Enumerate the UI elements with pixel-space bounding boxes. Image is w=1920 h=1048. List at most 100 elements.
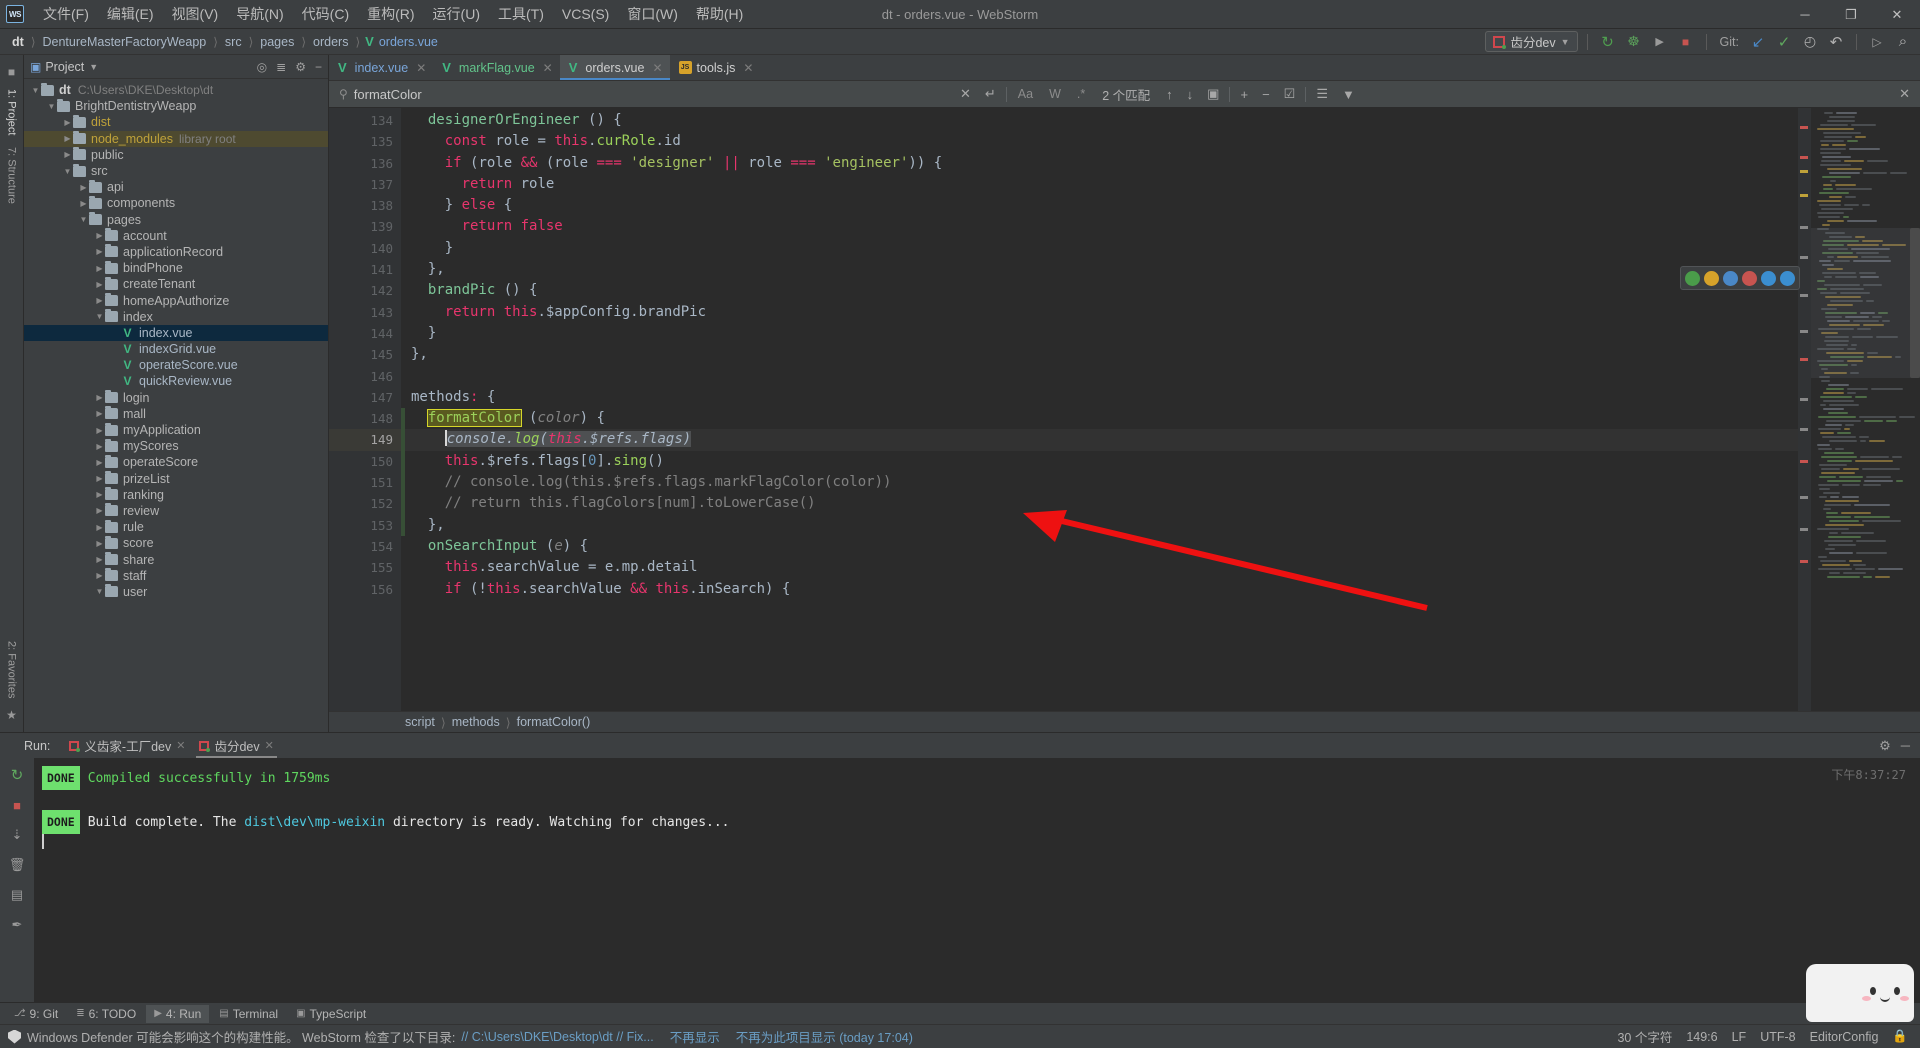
rerun-icon[interactable]: ↻ <box>11 766 24 784</box>
code-line[interactable]: return this.$appConfig.brandPic <box>401 302 1798 323</box>
close-icon[interactable]: ✕ <box>652 61 662 75</box>
code-line[interactable]: this.searchValue = e.mp.detail <box>401 557 1798 578</box>
tree-node-bindphone[interactable]: ▶ bindPhone <box>24 260 328 276</box>
search-everywhere-icon[interactable]: ⌕ <box>1892 31 1914 53</box>
code-line[interactable]: if (role && (role === 'designer' || role… <box>401 153 1798 174</box>
error-stripe-mark[interactable] <box>1800 496 1808 499</box>
line-number[interactable]: 139 <box>329 216 401 237</box>
tree-node-applicationrecord[interactable]: ▶ applicationRecord <box>24 244 328 260</box>
line-number[interactable]: 156- <box>329 579 419 600</box>
menu-run[interactable]: 运行(U) <box>424 1 489 27</box>
code-line[interactable]: } <box>401 238 1798 259</box>
match-case-toggle[interactable]: Aa <box>1013 87 1038 101</box>
code-minimap[interactable] <box>1810 108 1920 711</box>
code-line[interactable]: this.$refs.flags[0].sing() <box>401 451 1798 472</box>
hide-icon[interactable]: − <box>315 60 322 74</box>
error-stripe-mark[interactable] <box>1800 156 1808 159</box>
run-console-output[interactable]: 下午8:37:27 DONE Compiled successfully in 1… <box>34 758 1920 1002</box>
tree-node-components[interactable]: ▶ components <box>24 195 328 211</box>
error-stripe-mark[interactable] <box>1800 460 1808 463</box>
rerun-icon[interactable]: ↻ <box>1597 31 1619 53</box>
code-line[interactable]: brandPic () { <box>401 280 1798 301</box>
error-stripe-mark[interactable] <box>1800 398 1808 401</box>
tree-node-brightdentistryweapp[interactable]: ▼ BrightDentistryWeapp <box>24 98 328 114</box>
tree-node-myscores[interactable]: ▶ myScores <box>24 438 328 454</box>
tool-window-button-run[interactable]: ▶ 4: Run <box>146 1004 210 1023</box>
chevron-icon[interactable]: ▼ <box>30 86 41 95</box>
minimize-button[interactable]: ─ <box>1782 0 1828 29</box>
line-number[interactable]: 146 <box>329 366 401 387</box>
status-line-separator[interactable]: LF <box>1732 1030 1747 1044</box>
minimap-viewport[interactable] <box>1811 228 1920 378</box>
chevron-icon[interactable]: ▶ <box>94 523 105 532</box>
chevron-icon[interactable]: ▼ <box>62 167 73 176</box>
tree-node-share[interactable]: ▶ share <box>24 551 328 567</box>
remove-selection-icon[interactable]: − <box>1258 87 1274 102</box>
hide-icon[interactable]: ─ <box>1901 738 1910 754</box>
chevron-icon[interactable]: ▶ <box>78 199 89 208</box>
line-number[interactable]: 152- <box>329 493 419 514</box>
status-caret-position[interactable]: 149:6 <box>1686 1030 1717 1044</box>
tool-button-favorites[interactable]: 2: Favorites <box>6 635 18 704</box>
error-stripe-mark[interactable] <box>1800 560 1808 563</box>
chevron-icon[interactable]: ▼ <box>78 215 89 224</box>
trash-icon[interactable]: 🗑 <box>9 857 26 873</box>
breadcrumb-item-dt[interactable]: dt <box>10 35 26 49</box>
regex-toggle[interactable]: .* <box>1072 87 1090 101</box>
code-line[interactable]: formatColor (color) { <box>401 408 1798 429</box>
error-stripe-mark[interactable] <box>1800 294 1808 297</box>
tree-node-createtenant[interactable]: ▶ createTenant <box>24 276 328 292</box>
editor-tab-index-vue[interactable]: Vindex.vue ✕ <box>329 55 433 80</box>
line-number[interactable]: 136- <box>329 153 419 174</box>
lock-icon[interactable]: 🔒 <box>1892 1029 1908 1044</box>
tool-window-button-todo[interactable]: ≣ 6: TODO <box>68 1005 144 1023</box>
tree-node-public[interactable]: ▶ public <box>24 147 328 163</box>
close-icon[interactable]: ✕ <box>176 739 185 752</box>
tree-node-api[interactable]: ▶ api <box>24 179 328 195</box>
breadcrumb-item-orders[interactable]: orders <box>311 35 350 49</box>
open-in-find-window-icon[interactable]: ☰ <box>1312 86 1332 102</box>
menu-refactor[interactable]: 重构(R) <box>358 1 423 27</box>
tool-window-button-git[interactable]: ⎇ 9: Git <box>6 1005 66 1023</box>
tree-node-rule[interactable]: ▶ rule <box>24 519 328 535</box>
chevron-icon[interactable]: ▼ <box>94 312 105 321</box>
code-line[interactable]: return role <box>401 174 1798 195</box>
line-number[interactable]: 150 <box>329 451 401 472</box>
chevron-icon[interactable]: ▶ <box>94 442 105 451</box>
tree-node-review[interactable]: ▶ review <box>24 503 328 519</box>
code-line[interactable]: const role = this.curRole.id <box>401 131 1798 152</box>
tree-node-mall[interactable]: ▶ mall <box>24 406 328 422</box>
chevron-icon[interactable]: ▼ <box>46 102 57 111</box>
commit-icon[interactable]: ✓ <box>1773 31 1795 53</box>
close-icon[interactable]: ✕ <box>416 61 426 75</box>
breadcrumb-item-pages[interactable]: pages <box>258 35 296 49</box>
chevron-icon[interactable]: ▶ <box>94 458 105 467</box>
code-line[interactable]: }, <box>401 344 1798 365</box>
tree-node-staff[interactable]: ▶ staff <box>24 568 328 584</box>
menu-tools[interactable]: 工具(T) <box>489 1 553 27</box>
scroll-from-source-icon[interactable]: ◎ <box>257 60 267 74</box>
inspection-info-icon[interactable] <box>1723 270 1738 286</box>
editor-tab-tools-js[interactable]: JS tools.js ✕ <box>670 55 761 80</box>
editor-breadcrumb-methods[interactable]: methods <box>452 715 500 729</box>
inspection-warn-icon[interactable] <box>1704 270 1719 286</box>
line-number[interactable]: 149 <box>329 429 401 451</box>
line-number[interactable]: 137 <box>329 174 401 195</box>
add-selection-icon[interactable]: + <box>1236 87 1252 102</box>
line-number[interactable]: 135 <box>329 131 401 152</box>
code-line[interactable]: }, <box>401 259 1798 280</box>
chevron-icon[interactable]: ▶ <box>94 426 105 435</box>
tree-node-index-vue[interactable]: Vindex.vue <box>24 324 328 341</box>
prev-match-button[interactable]: ↑ <box>1162 87 1177 102</box>
error-stripe-mark[interactable] <box>1800 528 1808 531</box>
error-stripe-mark[interactable] <box>1800 170 1808 173</box>
code-line[interactable]: // console.log(this.$refs.flags.markFlag… <box>401 472 1798 493</box>
pin-icon[interactable]: ✒ <box>12 917 23 933</box>
menu-window[interactable]: 窗口(W) <box>618 1 687 27</box>
line-number[interactable]: 140- <box>329 238 419 259</box>
chevron-icon[interactable]: ▼ <box>94 587 105 596</box>
tree-node-src[interactable]: ▼ src <box>24 163 328 179</box>
select-all-occurrences-button[interactable]: ▣ <box>1203 86 1223 102</box>
status-fix-link[interactable]: // C:\Users\DKE\Desktop\dt // Fix... <box>461 1030 653 1044</box>
code-line[interactable]: }, <box>401 515 1798 536</box>
